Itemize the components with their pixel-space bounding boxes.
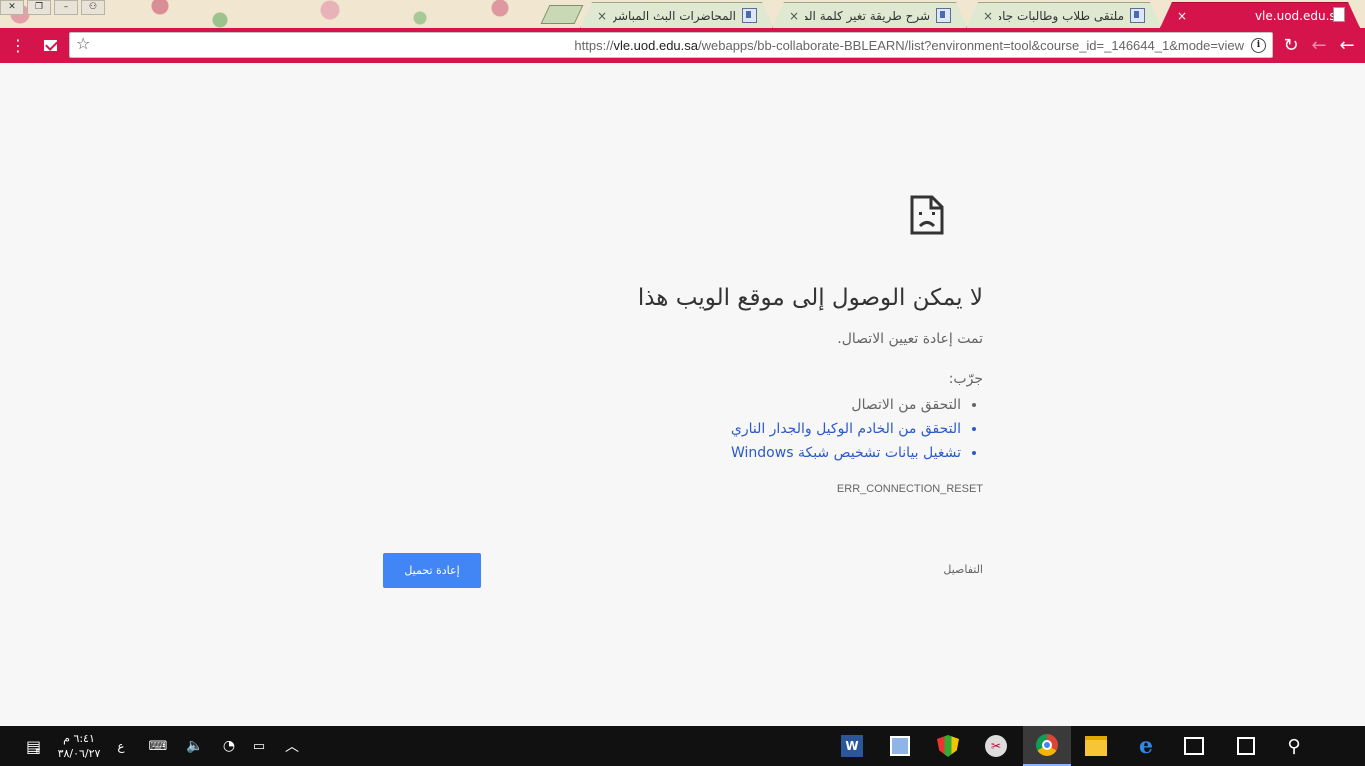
error-heading: لا يمكن الوصول إلى موقع الويب هذا (637, 285, 983, 311)
gmail-extension-icon[interactable] (36, 28, 64, 63)
back-arrow-icon[interactable]: ← (1333, 28, 1361, 63)
sad-page-icon (910, 195, 944, 235)
clock[interactable]: ٦:٤١ م ٣٨/٠٦/٢٧ (52, 726, 106, 766)
details-button[interactable]: التفاصيل (943, 563, 983, 576)
user-profile-icon[interactable]: ⚇ (81, 0, 105, 15)
store-icon[interactable] (1170, 726, 1218, 766)
close-window-icon[interactable]: ✕ (0, 0, 24, 15)
volume-icon[interactable]: 🔈 (184, 726, 206, 766)
edge-icon[interactable]: e (1122, 726, 1170, 766)
tab-title: المحاضرات البث المباشر الا (613, 8, 736, 23)
tab-live-lectures[interactable]: المحاضرات البث المباشر الا × (580, 2, 774, 28)
tab-close-icon[interactable]: × (597, 9, 607, 23)
tab-close-icon[interactable]: × (1177, 9, 1187, 23)
error-message: تمت إعادة تعيين الاتصال. (837, 331, 983, 347)
chevron-up-icon[interactable]: ︿ (282, 726, 302, 766)
suggestion-check-proxy-firewall[interactable]: التحقق من الخادم الوكيل والجدار الناري (731, 417, 961, 441)
tab-vle-active[interactable]: vle.uod.edu.sa × (1160, 2, 1360, 28)
url-path: /webapps/bb-collaborate-BBLEARN/list?env… (698, 38, 1244, 53)
tab-student-forum[interactable]: ملتقى طلاب وطالبات جامع × (966, 2, 1162, 28)
tab-title: شرح طريقة تغير كلمة المر (805, 8, 930, 23)
chrome-icon[interactable] (1023, 726, 1071, 766)
url-text[interactable]: https://vle.uod.edu.sa/webapps/bb-collab… (574, 38, 1244, 53)
tab-close-icon[interactable]: × (789, 9, 799, 23)
new-tab-button[interactable] (540, 5, 584, 24)
page-document-icon (1333, 7, 1345, 22)
browser-toolbar: ⋮ ☆ https://vle.uod.edu.sa/webapps/bb-co… (0, 28, 1365, 63)
forward-arrow-icon[interactable]: ← (1305, 28, 1333, 63)
notepad-icon[interactable] (876, 726, 924, 766)
action-center-icon[interactable]: ▤ ٣ (18, 726, 48, 766)
word-icon[interactable]: W (828, 726, 876, 766)
address-bar[interactable]: ☆ https://vle.uod.edu.sa/webapps/bb-coll… (69, 32, 1273, 58)
clock-time: ٦:٤١ م (63, 732, 95, 745)
window-controls: ✕ ❐ – ⚇ (0, 0, 108, 15)
suggestion-check-connection: التحقق من الاتصال (731, 393, 961, 417)
error-code: ERR_CONNECTION_RESET (836, 483, 983, 495)
search-icon[interactable]: ⚲ (1270, 726, 1318, 766)
restore-window-icon[interactable]: ❐ (27, 0, 51, 15)
paint-icon[interactable]: ✂ (972, 726, 1020, 766)
word-letter: W (841, 735, 863, 757)
windows-start-icon[interactable] (1318, 726, 1365, 766)
page-favicon-icon (742, 8, 757, 23)
notification-count: ٣ (35, 747, 40, 757)
edge-letter: e (1139, 733, 1153, 759)
page-favicon-icon (1130, 8, 1145, 23)
site-info-icon[interactable]: i (1251, 38, 1266, 53)
reload-button[interactable]: إعادة تحميل (383, 553, 481, 588)
suggestion-run-network-diagnostics[interactable]: تشغيل بيانات تشخيص شبكة Windows (731, 441, 961, 465)
page-favicon-icon (936, 8, 951, 23)
language-indicator[interactable]: ع (112, 726, 130, 766)
try-label: جرّب: (948, 371, 983, 387)
browser-tab-strip: ✕ ❐ – ⚇ المحاضرات البث المباشر الا × شرح… (0, 0, 1365, 28)
keyboard-icon[interactable]: ⌨ (144, 726, 172, 766)
tab-password-guide[interactable]: شرح طريقة تغير كلمة المر × (772, 2, 968, 28)
wifi-icon[interactable]: ◔ (218, 726, 240, 766)
reload-icon[interactable]: ↻ (1277, 28, 1305, 63)
shield-icon[interactable] (924, 726, 972, 766)
battery-icon[interactable]: ▭ (248, 726, 270, 766)
bookmark-star-icon[interactable]: ☆ (76, 34, 90, 53)
tab-title: ملتقى طلاب وطالبات جامع (999, 8, 1124, 23)
url-host: vle.uod.edu.sa (613, 38, 699, 53)
file-explorer-icon[interactable] (1072, 726, 1120, 766)
windows-taskbar: ▤ ٣ ٦:٤١ م ٣٨/٠٦/٢٧ ع ⌨ 🔈 ◔ ▭ ︿ W ✂ e ⚲ (0, 726, 1365, 766)
clock-date: ٣٨/٠٦/٢٧ (57, 747, 101, 760)
task-view-icon[interactable] (1222, 726, 1270, 766)
menu-dots-icon[interactable]: ⋮ (4, 28, 32, 63)
tab-title: vle.uod.edu.sa (1254, 8, 1343, 23)
error-page: لا يمكن الوصول إلى موقع الويب هذا تمت إع… (0, 63, 1365, 726)
suggestions-list: التحقق من الاتصال التحقق من الخادم الوكي… (731, 393, 983, 465)
url-scheme: https:// (574, 38, 614, 53)
minimize-window-icon[interactable]: – (54, 0, 78, 15)
tab-close-icon[interactable]: × (983, 9, 993, 23)
